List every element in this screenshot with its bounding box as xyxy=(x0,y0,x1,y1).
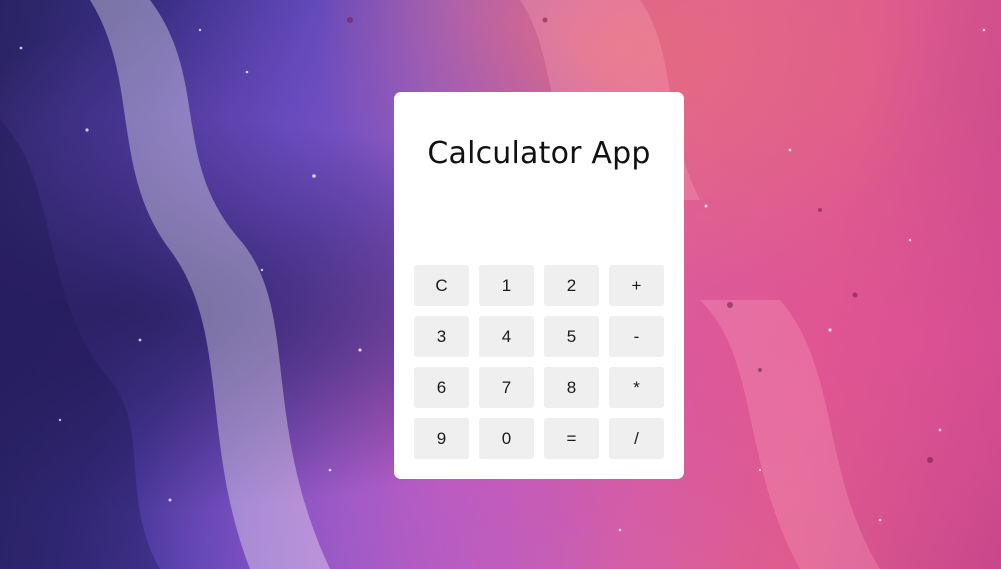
calculator-card: Calculator App C 1 2 + 3 4 5 - 6 7 8 * 9… xyxy=(394,92,684,479)
digit-6-button[interactable]: 6 xyxy=(414,367,469,408)
divide-button[interactable]: / xyxy=(609,418,664,459)
digit-0-button[interactable]: 0 xyxy=(479,418,534,459)
digit-2-button[interactable]: 2 xyxy=(544,265,599,306)
digit-5-button[interactable]: 5 xyxy=(544,316,599,357)
app-title: Calculator App xyxy=(427,136,651,171)
keypad: C 1 2 + 3 4 5 - 6 7 8 * 9 0 = / xyxy=(414,265,664,459)
digit-7-button[interactable]: 7 xyxy=(479,367,534,408)
subtract-button[interactable]: - xyxy=(609,316,664,357)
digit-4-button[interactable]: 4 xyxy=(479,316,534,357)
multiply-button[interactable]: * xyxy=(609,367,664,408)
digit-3-button[interactable]: 3 xyxy=(414,316,469,357)
clear-button[interactable]: C xyxy=(414,265,469,306)
add-button[interactable]: + xyxy=(609,265,664,306)
calculator-display xyxy=(414,202,664,252)
digit-9-button[interactable]: 9 xyxy=(414,418,469,459)
digit-1-button[interactable]: 1 xyxy=(479,265,534,306)
equals-button[interactable]: = xyxy=(544,418,599,459)
digit-8-button[interactable]: 8 xyxy=(544,367,599,408)
